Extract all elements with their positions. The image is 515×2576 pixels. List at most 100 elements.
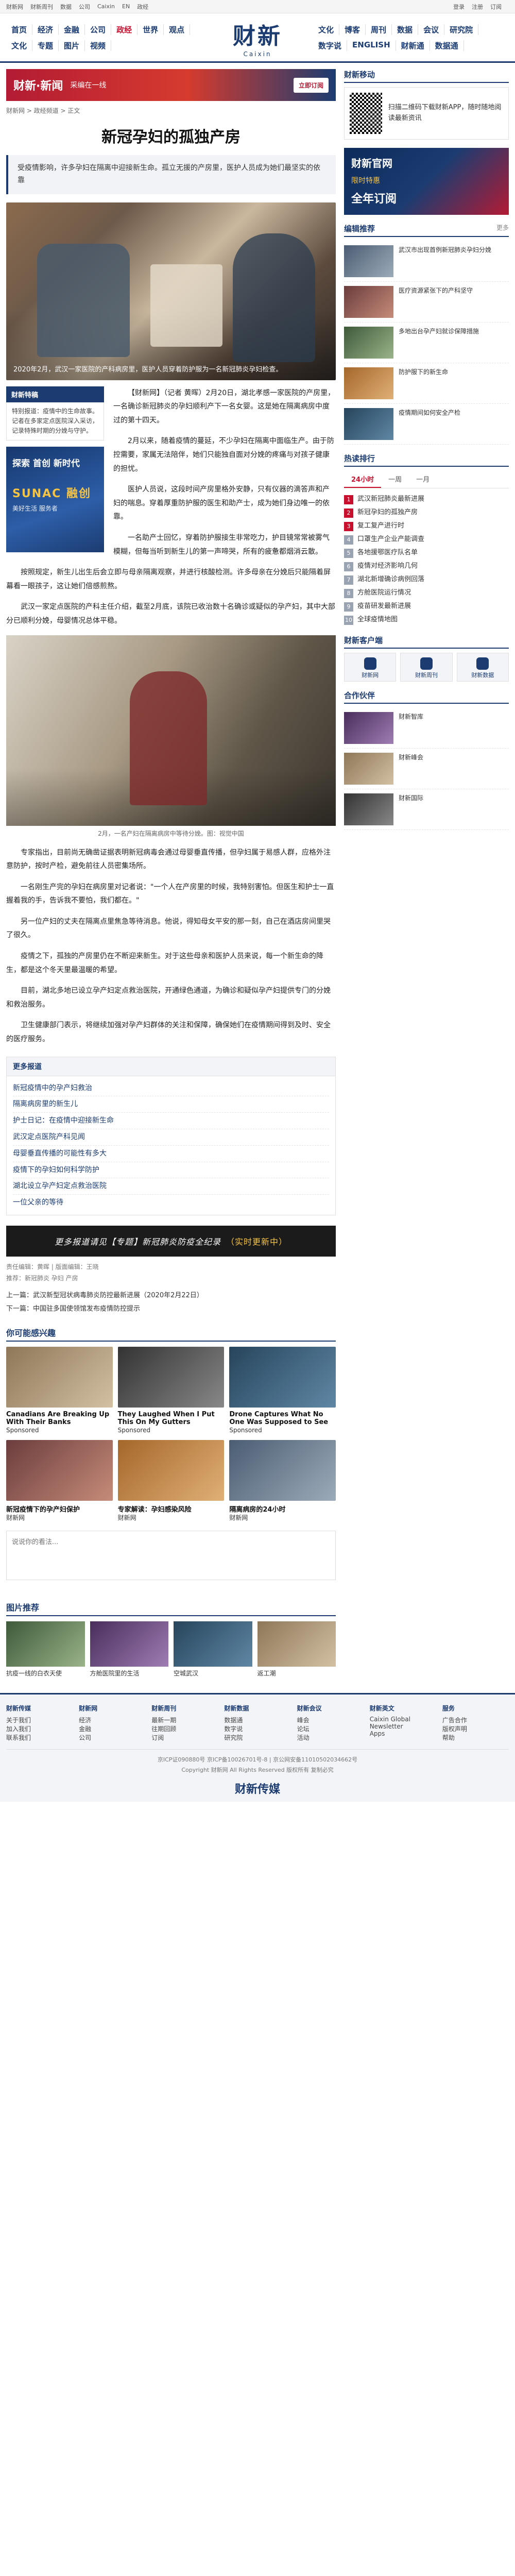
ranking-item[interactable]: 6 疫情对经济影响几何 [344, 560, 509, 573]
footer-link[interactable]: 峰会 [297, 1716, 364, 1724]
nav-item[interactable]: 会议 [418, 24, 445, 35]
footer-link[interactable]: Caixin Global [370, 1716, 436, 1723]
footer-link[interactable]: Apps [370, 1730, 436, 1737]
top-ad-banner[interactable]: 财新·新闻 采编在一线 立即订阅 [6, 69, 336, 101]
topbar-link[interactable]: 政经 [137, 3, 148, 11]
tab-week[interactable]: 一周 [381, 471, 409, 488]
footer-link[interactable]: 往期回顾 [151, 1724, 218, 1733]
nav-item[interactable]: ENGLISH [347, 40, 396, 51]
recommend-item[interactable]: 隔离病房的24小时 财新网 [229, 1439, 336, 1522]
nav-item[interactable]: 图片 [59, 40, 85, 51]
nav-item[interactable]: 文化 [6, 40, 33, 51]
topbar-link[interactable]: 数据 [60, 3, 72, 11]
gallery-item[interactable]: 抗疫一线的白衣天使 [6, 1621, 85, 1677]
nav-item[interactable]: 周刊 [366, 24, 392, 35]
related-link[interactable]: 武汉定点医院产科见闻 [13, 1129, 329, 1146]
ranking-item[interactable]: 4 口罩生产企业产能调查 [344, 533, 509, 546]
nav-item[interactable]: 世界 [138, 24, 164, 35]
promo-ad[interactable]: 探索 首创 新时代 SUNAC 融创 美好生活 服务者 [6, 447, 104, 553]
footer-link[interactable]: 关于我们 [6, 1716, 73, 1724]
footer-link[interactable]: 数字说 [224, 1724, 290, 1733]
nav-item[interactable]: 公司 [85, 24, 112, 35]
footer-link[interactable]: 经济 [79, 1716, 145, 1724]
recommend-item[interactable]: Drone Captures What No One Was Supposed … [229, 1347, 336, 1435]
sidebar-news-item[interactable]: 防护服下的新生命 [344, 363, 509, 404]
next-article-link[interactable]: 下一篇：中国驻多国使领馆发布疫情防控提示 [6, 1302, 336, 1316]
footer-link[interactable]: 金融 [79, 1724, 145, 1733]
nav-item[interactable]: 数据 [392, 24, 419, 35]
nav-item[interactable]: 博客 [339, 24, 366, 35]
sidebar-banner-ad[interactable]: 财新官网 限时特惠 全年订阅 [344, 148, 509, 215]
nav-item[interactable]: 观点 [164, 24, 191, 35]
comment-input[interactable] [6, 1530, 336, 1580]
sidebar-news-item[interactable]: 多地出台孕产妇就诊保障措施 [344, 323, 509, 363]
footer-link[interactable]: 最新一期 [151, 1716, 218, 1724]
site-logo[interactable]: 财新 Caixin [202, 18, 313, 58]
app-icon[interactable]: 财新网 [344, 653, 397, 682]
sidebar-news-item[interactable]: 武汉市出现首例新冠肺炎孕妇分娩 [344, 241, 509, 282]
related-link[interactable]: 母婴垂直传播的可能性有多大 [13, 1146, 329, 1162]
ranking-item[interactable]: 5 各地援鄂医疗队名单 [344, 546, 509, 560]
ranking-item[interactable]: 8 方舱医院运行情况 [344, 586, 509, 600]
footer-link[interactable]: 公司 [79, 1733, 145, 1742]
ranking-item[interactable]: 9 疫苗研发最新进展 [344, 600, 509, 613]
footer-link[interactable]: 广告合作 [442, 1716, 509, 1724]
footer-link[interactable]: 活动 [297, 1733, 364, 1742]
nav-item[interactable]: 数据通 [430, 40, 464, 51]
related-link[interactable]: 新冠疫情中的孕产妇救治 [13, 1080, 329, 1097]
recommend-item[interactable]: 专家解读：孕妇感染风险 财新网 [117, 1439, 225, 1522]
footer-link[interactable]: 帮助 [442, 1733, 509, 1742]
topbar-link[interactable]: EN [122, 3, 130, 10]
nav-item[interactable]: 经济 [32, 24, 59, 35]
login-link[interactable]: 登录 [453, 3, 465, 11]
more-link[interactable]: 更多 [496, 223, 509, 234]
footer-link[interactable]: 加入我们 [6, 1724, 73, 1733]
tags-line[interactable]: 推荐：新冠肺炎 孕妇 产房 [6, 1273, 336, 1284]
register-link[interactable]: 注册 [472, 3, 483, 11]
topbar-link[interactable]: 公司 [79, 3, 90, 11]
related-link[interactable]: 隔离病房里的新生儿 [13, 1096, 329, 1113]
ranking-item[interactable]: 2 新冠孕妇的孤独产房 [344, 506, 509, 519]
ranking-item[interactable]: 1 武汉新冠肺炎最新进展 [344, 493, 509, 506]
sidebar-news-item[interactable]: 疫情期间如何安全产检 [344, 404, 509, 445]
related-link[interactable]: 一位父亲的等待 [13, 1195, 329, 1211]
nav-item-active[interactable]: 政经 [111, 24, 138, 35]
tab-24h[interactable]: 24小时 [344, 471, 382, 488]
recommend-item[interactable]: They Laughed When I Put This On My Gutte… [117, 1347, 225, 1435]
related-link[interactable]: 疫情下的孕妇如何科学防护 [13, 1162, 329, 1179]
recommend-item[interactable]: Canadians Are Breaking Up With Their Ban… [6, 1347, 113, 1435]
nav-item[interactable]: 专题 [32, 40, 59, 51]
ad-subscribe-button[interactable]: 立即订阅 [293, 77, 329, 93]
partner-item[interactable]: 财新智库 [344, 708, 509, 749]
topbar-link[interactable]: Caixin [97, 3, 115, 10]
app-icon[interactable]: 财新数据 [456, 653, 509, 682]
footer-link[interactable]: 订阅 [151, 1733, 218, 1742]
nav-item[interactable]: 研究院 [444, 24, 479, 35]
partner-item[interactable]: 财新峰会 [344, 749, 509, 789]
tab-month[interactable]: 一月 [409, 471, 437, 488]
sidebar-news-item[interactable]: 医疗资源紧张下的产科坚守 [344, 282, 509, 323]
ranking-item[interactable]: 10 全球疫情地图 [344, 613, 509, 626]
footer-link[interactable]: 版权声明 [442, 1724, 509, 1733]
prev-article-link[interactable]: 上一篇：武汉新型冠状病毒肺炎防控最新进展（2020年2月22日） [6, 1289, 336, 1302]
gallery-item[interactable]: 返工潮 [257, 1621, 336, 1677]
ranking-item[interactable]: 3 复工复产进行时 [344, 519, 509, 533]
nav-item[interactable]: 首页 [6, 24, 33, 35]
gallery-item[interactable]: 空城武汉 [174, 1621, 252, 1677]
footer-link[interactable]: 研究院 [224, 1733, 290, 1742]
breadcrumb[interactable]: 财新网 > 政经频道 > 正文 [6, 106, 336, 115]
nav-item[interactable]: 财新通 [396, 40, 430, 51]
gallery-item[interactable]: 方舱医院里的生活 [90, 1621, 168, 1677]
nav-item[interactable]: 文化 [313, 24, 340, 35]
app-icon[interactable]: 财新周刊 [400, 653, 453, 682]
hero-photo[interactable]: 2020年2月，武汉一家医院的产科病房里，医护人员穿着防护服为一名新冠肺炎孕妇检… [6, 202, 336, 380]
ranking-item[interactable]: 7 湖北新增确诊病例回落 [344, 573, 509, 586]
topbar-link[interactable]: 财新网 [6, 3, 23, 11]
footer-link[interactable]: Newsletter [370, 1723, 436, 1730]
recommend-item[interactable]: 新冠疫情下的孕产妇保护 财新网 [6, 1439, 113, 1522]
nav-item[interactable]: 视频 [85, 40, 112, 51]
related-link[interactable]: 护士日记：在疫情中迎接新生命 [13, 1113, 329, 1130]
subscribe-link[interactable]: 订阅 [490, 3, 502, 11]
topic-banner[interactable]: 更多报道请见【专题】新冠肺炎防疫全纪录 （实时更新中） [6, 1226, 336, 1257]
footer-link[interactable]: 数据通 [224, 1716, 290, 1724]
